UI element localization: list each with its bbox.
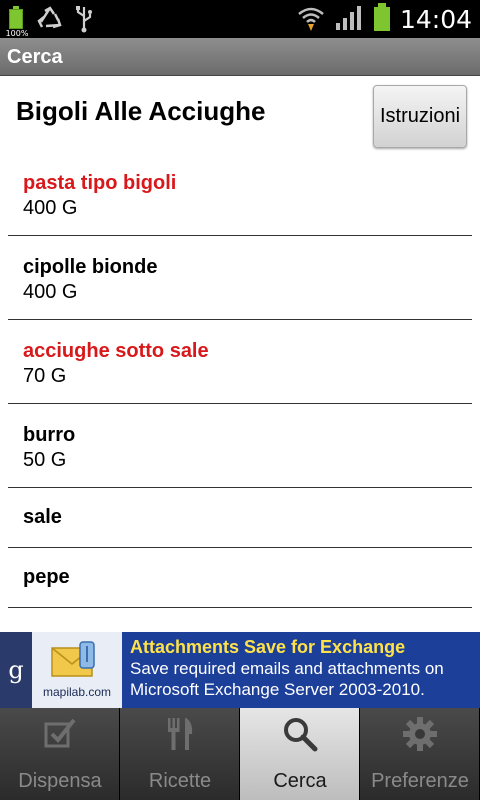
tab-label: Ricette [148, 770, 212, 792]
list-item[interactable]: burro 50 G [8, 404, 472, 488]
ad-brand: mapilab.com [42, 685, 112, 699]
tab-ricette[interactable]: Ricette [120, 708, 240, 800]
ingredient-name: burro [23, 424, 76, 446]
ad-line-1: Save required emails and attachments on [130, 659, 444, 678]
list-item[interactable]: sale [8, 488, 472, 548]
status-bar-system: 14:04 [296, 0, 472, 38]
instructions-button[interactable]: Istruzioni [373, 85, 467, 148]
envelope-icon [51, 641, 95, 677]
ad-text: Attachments Save for Exchange Save requi… [122, 632, 480, 708]
status-bar-notifications: 100% [6, 4, 94, 38]
usb-icon [74, 4, 94, 38]
ingredient-name: acciughe sotto sale [23, 340, 209, 362]
list-item[interactable]: pasta tipo bigoli 400 G [8, 152, 472, 236]
tab-dispensa[interactable]: Dispensa [0, 708, 120, 800]
ad-logo: mapilab.com [32, 632, 122, 708]
tab-preferenze[interactable]: Preferenze [360, 708, 480, 800]
tab-bar: Dispensa Ricette Cerca Preferenze [0, 708, 480, 800]
ingredient-name: cipolle bionde [23, 256, 158, 278]
wifi-icon [296, 2, 326, 36]
ingredient-quantity: 70 G [23, 365, 67, 387]
action-bar: Cerca [0, 38, 480, 76]
battery-small-label: 100% [5, 29, 29, 38]
tab-cerca[interactable]: Cerca [240, 708, 360, 800]
ingredient-name: sale [23, 506, 62, 528]
battery-icon [372, 2, 392, 36]
status-bar: 100% 14:04 [0, 0, 480, 38]
list-item[interactable]: acciughe sotto sale 70 G [8, 320, 472, 404]
ingredient-name: pasta tipo bigoli [23, 172, 177, 194]
battery-charging-icon: 100% [6, 6, 28, 38]
gear-icon [403, 717, 437, 751]
search-icon [284, 718, 318, 752]
ad-line-2: Microsoft Exchange Server 2003-2010. [130, 680, 425, 699]
ingredient-name: pepe [23, 566, 70, 588]
ad-headline: Attachments Save for Exchange [130, 637, 406, 657]
tab-label: Preferenze [371, 770, 469, 792]
signal-icon [334, 3, 364, 35]
ingredient-list: pasta tipo bigoli 400 G cipolle bionde 4… [8, 152, 472, 608]
ingredient-quantity: 50 G [23, 449, 67, 471]
ad-g-badge: g [0, 632, 32, 708]
checkbox-icon [44, 718, 76, 748]
fork-knife-icon [168, 718, 193, 750]
ingredient-quantity: 400 G [23, 281, 78, 303]
ad-banner[interactable]: g mapilab.com Attachments Save for Excha… [0, 632, 480, 708]
clock: 14:04 [399, 4, 472, 34]
list-item[interactable]: cipolle bionde 400 G [8, 236, 472, 320]
recipe-title: Bigoli Alle Acciughe [16, 96, 266, 126]
recycle-icon [36, 5, 64, 37]
tab-label: Dispensa [18, 770, 102, 792]
ingredient-quantity: 400 G [23, 197, 78, 219]
tab-label: Cerca [273, 770, 327, 792]
action-bar-title: Cerca [7, 46, 63, 68]
list-item[interactable]: pepe [8, 548, 472, 608]
